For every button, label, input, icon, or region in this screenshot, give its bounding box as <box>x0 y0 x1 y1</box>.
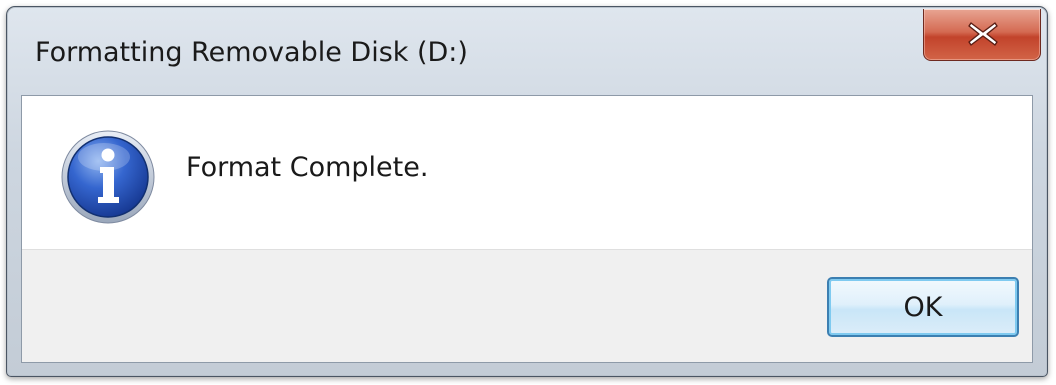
close-button[interactable] <box>923 9 1041 61</box>
message-text: Format Complete. <box>186 152 429 183</box>
information-icon <box>61 130 155 224</box>
button-strip: OK <box>22 249 1032 362</box>
message-dialog: Formatting Removable Disk (D:) Format Co… <box>6 6 1048 377</box>
dialog-content: Format Complete. OK <box>21 95 1033 363</box>
close-x-icon <box>968 22 998 46</box>
ok-button[interactable]: OK <box>827 277 1019 337</box>
message-area: Format Complete. <box>22 96 1032 249</box>
title-bar[interactable]: Formatting Removable Disk (D:) <box>7 7 1047 95</box>
window-title: Formatting Removable Disk (D:) <box>35 37 468 68</box>
